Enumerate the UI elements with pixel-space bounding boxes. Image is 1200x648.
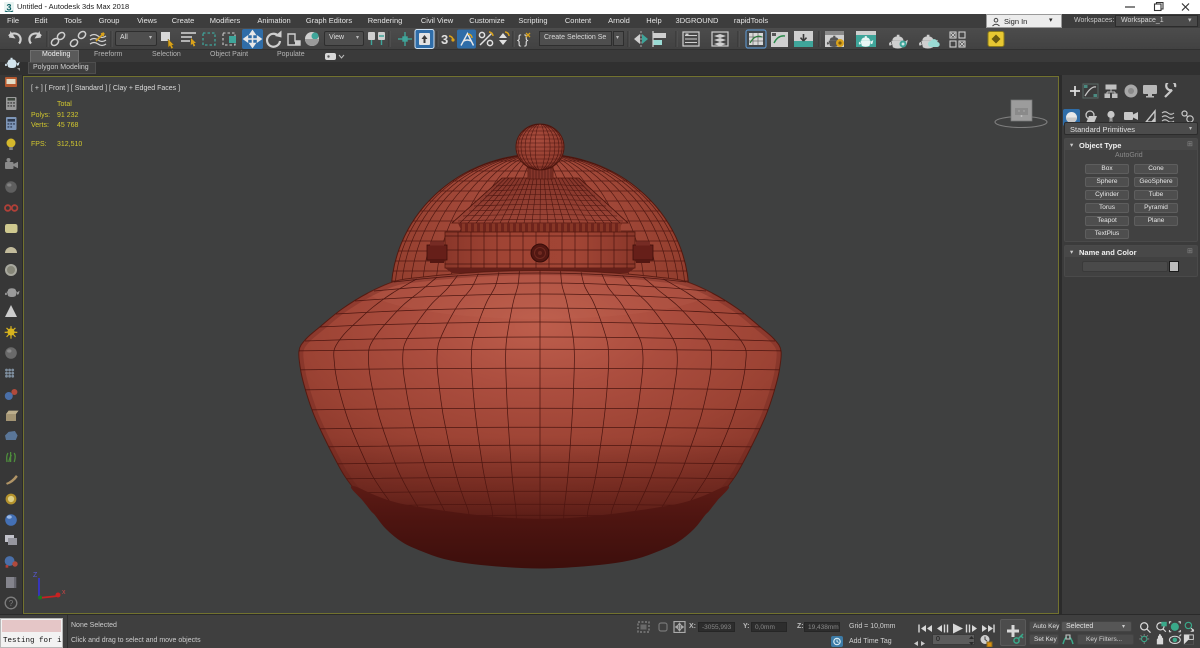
svg-text:Z: Z	[33, 572, 38, 579]
svg-text:x: x	[62, 589, 66, 596]
svg-text:?: ?	[9, 599, 14, 608]
svg-text:3: 3	[6, 3, 11, 13]
